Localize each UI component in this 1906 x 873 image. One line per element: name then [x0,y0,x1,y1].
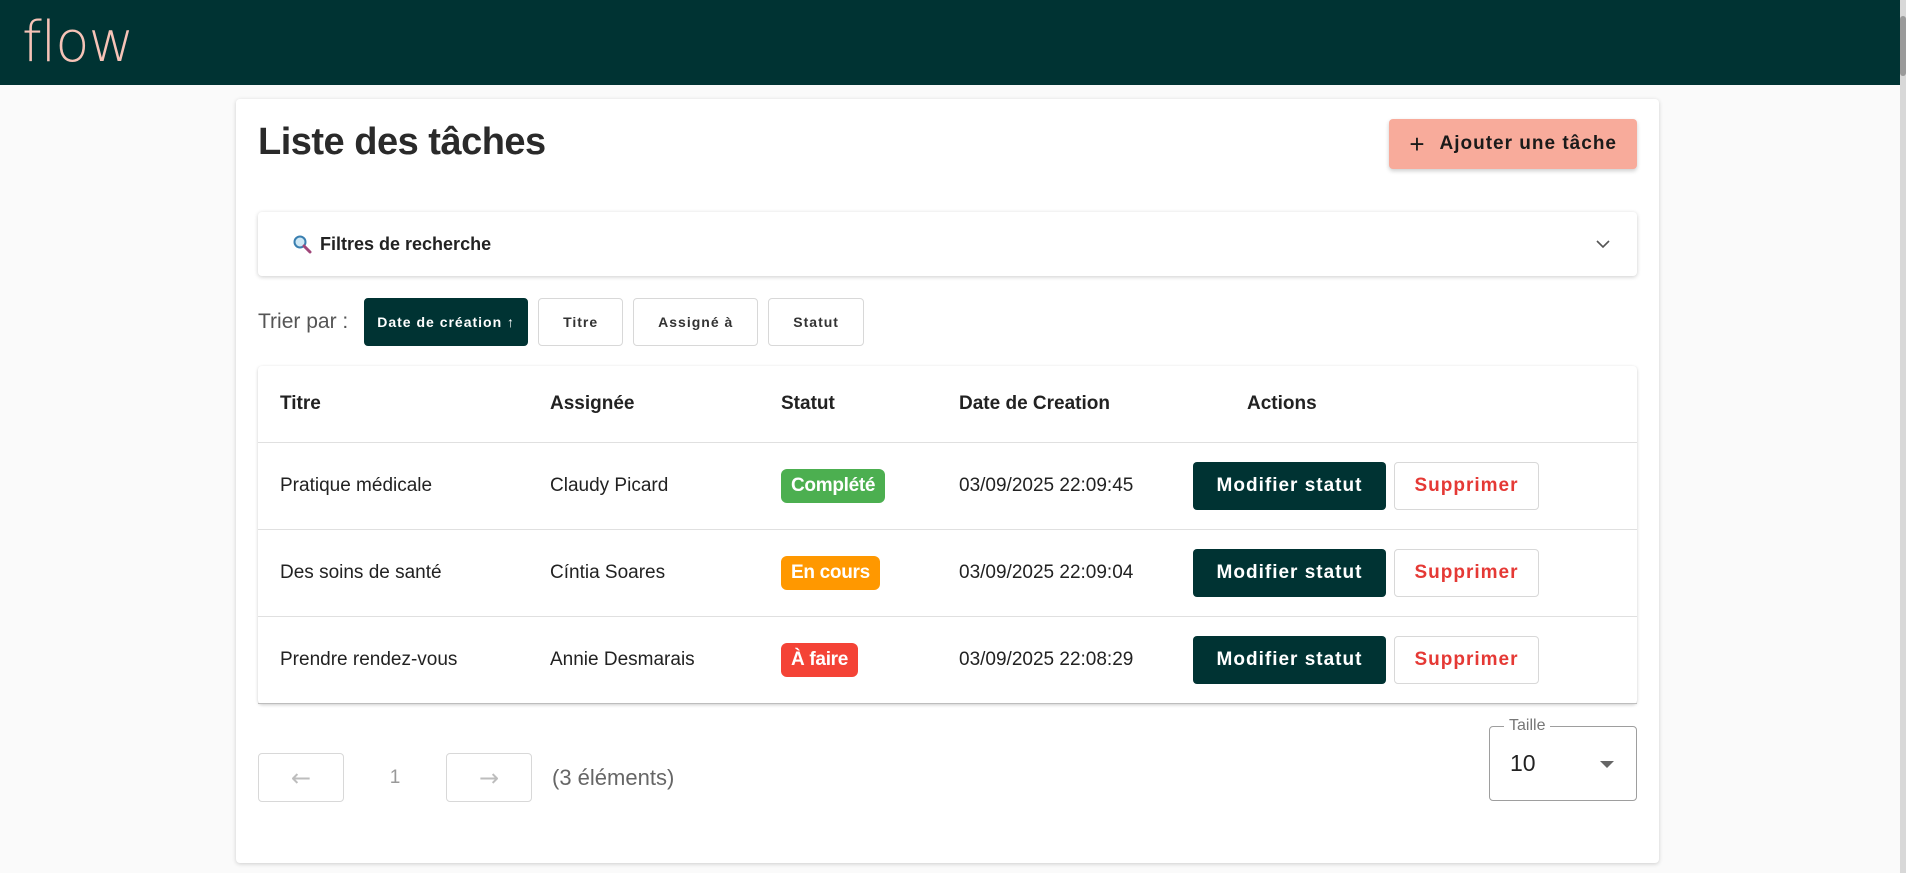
task-actions: Modifier statut Supprimer [1193,529,1637,617]
dropdown-caret-icon [1600,761,1614,768]
page-size-select[interactable]: Taille 10 [1489,717,1637,801]
search-filters-accordion[interactable]: Filtres de recherche [258,212,1637,276]
table-row: Des soins de santé Cíntia Soares En cour… [258,529,1637,617]
previous-page-button[interactable]: ← [258,753,344,802]
current-page-number: 1 [389,766,401,788]
next-page-button[interactable]: → [446,753,532,802]
sort-by-created-button[interactable]: Date de création ↑ [364,298,529,346]
modify-status-button[interactable]: Modifier statut [1193,548,1386,597]
sort-label: Trier par : [258,310,349,333]
vertical-scrollbar[interactable] [1900,0,1906,873]
add-task-label: Ajouter une tâche [1439,133,1617,154]
task-title: Des soins de santé [258,529,528,617]
task-status-cell: En cours [759,529,937,617]
column-header-title: Titre [258,366,528,443]
task-status-cell: À faire [759,616,937,704]
task-assignee: Claudy Picard [528,442,759,530]
sort-by-title-button[interactable]: Titre [538,298,624,346]
table-header-row: Titre Assignée Statut Date de Creation A… [258,366,1637,443]
page-size-value: 10 [1510,750,1536,776]
status-badge: Complété [781,468,886,503]
page-title: Liste des tâches [258,121,546,163]
status-badge: En cours [781,555,880,590]
delete-button[interactable]: Supprimer [1394,635,1539,684]
status-badge: À faire [781,642,859,677]
tasks-table: Titre Assignée Statut Date de Creation A… [258,366,1637,704]
chevron-down-icon[interactable] [1595,236,1611,252]
task-title: Pratique médicale [258,442,528,530]
item-count: (3 éléments) [552,764,675,790]
delete-button[interactable]: Supprimer [1394,548,1539,597]
app-logo[interactable]: flow [22,8,134,78]
modify-status-button[interactable]: Modifier statut [1193,461,1386,510]
table-row: Pratique médicale Claudy Picard Complété… [258,442,1637,530]
plus-icon: + [1409,129,1426,159]
search-icon [293,235,312,254]
table-row: Prendre rendez-vous Annie Desmarais À fa… [258,616,1637,704]
task-list-card: Liste des tâches + Ajouter une tâche Fil… [236,99,1659,863]
scrollbar-thumb[interactable] [1900,16,1906,76]
task-actions: Modifier statut Supprimer [1193,442,1637,530]
task-assignee: Cíntia Soares [528,529,759,617]
task-status-cell: Complété [759,442,937,530]
top-bar: flow [0,0,1900,85]
task-created-date: 03/09/2025 22:09:04 [937,529,1193,617]
column-header-actions: Actions [1193,366,1637,443]
task-created-date: 03/09/2025 22:09:45 [937,442,1193,530]
modify-status-button[interactable]: Modifier statut [1193,635,1386,684]
sort-by-status-button[interactable]: Statut [768,298,864,346]
column-header-assignee: Assignée [528,366,759,443]
page-size-label: Taille [1504,717,1551,735]
column-header-status: Statut [759,366,937,443]
sort-by-assignee-button[interactable]: Assigné à [633,298,759,346]
add-task-button[interactable]: + Ajouter une tâche [1389,119,1637,169]
delete-button[interactable]: Supprimer [1394,461,1539,510]
task-created-date: 03/09/2025 22:08:29 [937,616,1193,704]
task-title: Prendre rendez-vous [258,616,528,704]
filters-label: Filtres de recherche [320,233,492,254]
task-assignee: Annie Desmarais [528,616,759,704]
task-actions: Modifier statut Supprimer [1193,616,1637,704]
pagination: ← 1 → (3 éléments) [258,753,674,802]
sort-bar: Trier par : Date de création ↑ Titre Ass… [258,298,864,346]
column-header-created: Date de Creation [937,366,1193,443]
